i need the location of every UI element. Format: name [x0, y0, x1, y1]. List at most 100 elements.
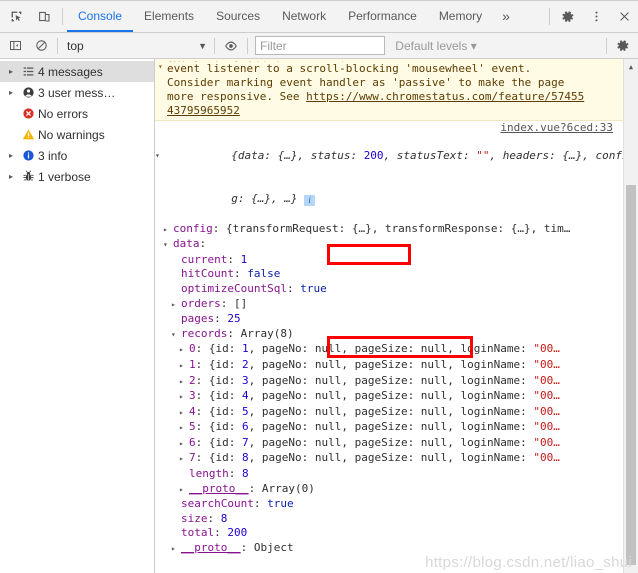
violation-line-2: Consider marking event handler as 'passi… [167, 76, 565, 89]
sidebar-item-messages[interactable]: ▸ 4 messages [0, 61, 154, 82]
record-row-7[interactable]: 7: {id: 8, pageNo: null, pageSize: null,… [155, 451, 634, 467]
log-levels-selector[interactable]: Default levels ▾ [389, 39, 482, 53]
property-row-orders[interactable]: orders: [] [155, 297, 634, 313]
collapse-triangle-icon[interactable] [171, 328, 181, 343]
tab-performance[interactable]: Performance [337, 1, 428, 32]
console-vertical-scrollbar[interactable]: ▲ [623, 59, 638, 573]
sidebar-item-warnings[interactable]: No warnings [0, 124, 154, 145]
expand-triangle-icon[interactable] [179, 390, 189, 405]
record-row-6[interactable]: 6: {id: 7, pageNo: null, pageSize: null,… [155, 436, 634, 452]
object-summary-line-1[interactable]: {data: {…}, status: 200, statusText: "",… [155, 134, 634, 178]
expand-triangle-icon[interactable] [179, 483, 189, 498]
chevron-right-icon[interactable]: ▸ [4, 151, 18, 160]
chevron-right-icon[interactable]: ▸ [4, 88, 18, 97]
console-settings-gear-icon[interactable] [610, 34, 636, 58]
expand-triangle-icon[interactable] [179, 359, 189, 374]
property-row-__proto__[interactable]: __proto__: Array(0) [155, 482, 634, 498]
tab-console[interactable]: Console [67, 1, 134, 32]
close-icon[interactable] [610, 1, 638, 32]
record-row-4[interactable]: 4: {id: 5, pageNo: null, pageSize: null,… [155, 405, 634, 421]
warning-icon [18, 128, 38, 141]
record-row-0[interactable]: 0: {id: 1, pageNo: null, pageSize: null,… [155, 342, 634, 358]
expand-triangle-icon[interactable] [179, 406, 189, 421]
tab-elements[interactable]: Elements [133, 1, 205, 32]
record-loginname-value: "00… [533, 389, 560, 403]
chevron-down-icon[interactable]: ▾ [158, 60, 163, 74]
property-row-total-value: 200 [227, 526, 248, 540]
property-row-records[interactable]: records: Array(8) [155, 327, 634, 343]
expand-triangle-icon[interactable] [179, 343, 189, 358]
expand-triangle-icon[interactable] [179, 421, 189, 436]
violation-warning-message[interactable]: ▾ [Violation] Added non-passive event li… [155, 59, 638, 121]
sidebar-item-errors[interactable]: No errors [0, 103, 154, 124]
chromestatus-link-part2[interactable]: 43795965952 [167, 104, 240, 117]
record-prefix: {id: [208, 420, 242, 434]
show-console-sidebar-icon[interactable] [2, 34, 28, 58]
expand-triangle-icon[interactable] [179, 452, 189, 467]
chevron-right-icon[interactable]: ▸ [4, 67, 18, 76]
record-prefix: {id: [208, 451, 242, 465]
inspect-element-icon[interactable] [2, 1, 30, 32]
record-row-3[interactable]: 3: {id: 4, pageNo: null, pageSize: null,… [155, 389, 634, 405]
property-row-__proto__-separator: : [248, 481, 262, 495]
expand-triangle-icon[interactable] [163, 223, 173, 238]
chevron-right-icon[interactable]: ▸ [4, 172, 18, 181]
filterbar-divider-3 [247, 37, 248, 54]
sidebar-item-info[interactable]: ▸ 3 info [0, 145, 154, 166]
headers-row[interactable]: headers: {content-type: "application/jso… [155, 557, 634, 573]
messages-list-icon [18, 65, 38, 78]
property-row-data[interactable]: data: [155, 237, 634, 253]
record-index-7: 7 [189, 451, 196, 465]
execution-context-selector[interactable]: top ▼ [61, 36, 211, 56]
property-row-config-value: {transformRequest: {…}, transformRespons… [226, 221, 571, 235]
property-row-config[interactable]: config: {transformRequest: {…}, transfor… [155, 222, 634, 238]
record-id-value: 1 [242, 342, 249, 356]
info-badge-icon[interactable]: i [304, 195, 316, 207]
record-row-2[interactable]: 2: {id: 3, pageNo: null, pageSize: null,… [155, 374, 634, 390]
sidebar-item-user-messages[interactable]: ▸ 3 user mess… [0, 82, 154, 103]
expand-triangle-icon[interactable] [171, 542, 181, 557]
property-row-records-separator: : [227, 326, 241, 340]
execution-context-value: top [67, 38, 84, 53]
record-prefix: {id: [208, 389, 242, 403]
live-expression-eye-icon[interactable] [218, 34, 244, 58]
console-sidebar: ▸ 4 messages ▸ 3 user mess… No errors No… [0, 59, 155, 573]
expand-object-triangle-icon[interactable] [155, 149, 165, 164]
property-row-__proto__-value: Array(0) [261, 481, 315, 495]
collapse-triangle-icon[interactable] [163, 238, 173, 253]
scrollbar-thumb[interactable] [626, 185, 636, 565]
sidebar-item-verbose[interactable]: ▸ 1 verbose [0, 166, 154, 187]
gear-icon[interactable] [554, 1, 582, 32]
clear-console-icon[interactable] [28, 34, 54, 58]
chromestatus-link-part1[interactable]: https://www.chromestatus.com/feature/574… [306, 90, 584, 103]
property-row-__proto__[interactable]: __proto__: Object [155, 541, 634, 557]
expand-triangle-icon[interactable] [179, 375, 189, 390]
tab-network[interactable]: Network [271, 1, 337, 32]
scrollbar-up-arrow-icon[interactable]: ▲ [624, 59, 638, 74]
device-toolbar-icon[interactable] [30, 1, 58, 32]
tab-memory[interactable]: Memory [428, 1, 493, 32]
expand-triangle-icon[interactable] [171, 298, 181, 313]
kebab-menu-icon[interactable] [582, 1, 610, 32]
error-icon [18, 107, 38, 120]
record-row-5[interactable]: 5: {id: 6, pageNo: null, pageSize: null,… [155, 420, 634, 436]
user-message-icon [18, 86, 38, 99]
more-tabs-chevron-icon[interactable]: » [493, 1, 519, 32]
record-row-1[interactable]: 1: {id: 2, pageNo: null, pageSize: null,… [155, 358, 634, 374]
log-levels-label: Default levels [395, 38, 468, 53]
source-link[interactable]: index.vue?6ced:33 [155, 121, 634, 134]
tab-sources[interactable]: Sources [205, 1, 271, 32]
record-midfix: , pageNo: null, pageSize: null, loginNam… [248, 451, 534, 465]
property-row-pages-separator: : [214, 312, 228, 326]
property-row-config-separator: : [212, 221, 226, 235]
expand-triangle-icon[interactable] [179, 437, 189, 452]
filter-input[interactable] [255, 36, 386, 55]
record-id-value: 6 [242, 420, 249, 434]
property-row-optimizeCountSql-key: optimizeCountSql [181, 281, 287, 295]
property-row-total-key: total [181, 526, 215, 540]
property-row-current-value: 1 [240, 252, 248, 266]
property-row-searchCount-value: true [267, 497, 294, 511]
record-prefix: {id: [208, 373, 242, 387]
object-property-rows: config: {transformRequest: {…}, transfor… [155, 222, 634, 343]
property-row-size-key: size [181, 511, 208, 525]
